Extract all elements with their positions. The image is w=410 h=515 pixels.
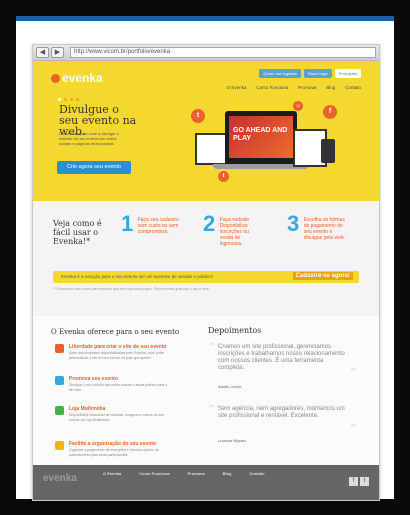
main-nav: O Evenka Como Funciona Promova Blog Cont…	[227, 85, 361, 90]
logo-text: evenka	[62, 71, 103, 85]
features-title: O Evenka oferece para o seu evento	[51, 328, 180, 336]
devices-illustration: t f ☺ t GO AHEAD AND PLAY	[173, 101, 358, 191]
testimonial-author: Adolfo Junior	[218, 384, 242, 389]
create-event-button[interactable]: Crie agora seu evento	[57, 161, 131, 174]
nav-item-evenka[interactable]: O Evenka	[227, 85, 247, 90]
testimonial-quote: Sem agência, nem agregadores, montamos u…	[218, 406, 345, 419]
footer-column: Como Funciona	[139, 471, 169, 478]
footer-column: O Evenka	[103, 471, 121, 478]
nav-item-promova[interactable]: Promova	[298, 85, 316, 90]
site-footer: evenka O Evenka Como Funciona Promova Bl…	[33, 465, 379, 500]
step-text: Faça seu cadastro sem custo ou sem compr…	[137, 217, 179, 235]
step-text: Escolha as formas de pagamento do seu ev…	[303, 217, 346, 241]
testimonials-title: Depoimentos	[208, 326, 262, 335]
laptop-illustration: GO AHEAD AND PLAY	[225, 111, 297, 166]
footer-column-title[interactable]: O Evenka	[103, 471, 121, 476]
address-bar[interactable]: http://www.vicom.br/portfolio/evenka	[70, 47, 376, 58]
footer-column: Contato	[249, 471, 264, 478]
feature-item: Loja Multimídia Disponibilize download d…	[55, 406, 175, 436]
step-3: 3 Escolha as formas de pagamento do seu …	[287, 211, 348, 242]
hero-description: O Evenka ajuda você a divulgar o website…	[59, 131, 119, 146]
promote-icon	[55, 376, 64, 385]
step-number: 2	[203, 211, 216, 236]
laptop-screen-text: GO AHEAD AND PLAY	[233, 127, 288, 142]
phone-illustration	[321, 139, 335, 163]
footer-column-title[interactable]: Promova	[187, 471, 204, 476]
browser-toolbar: ◀ ▶ http://www.vicom.br/portfolio/evenka	[33, 45, 379, 61]
feature-title[interactable]: Loja Multimídia	[69, 406, 105, 412]
site-logo[interactable]: evenka	[51, 71, 103, 85]
footer-column: Blog	[223, 471, 232, 478]
register-button[interactable]: Quero me registrar	[259, 69, 301, 78]
carousel-dot[interactable]	[58, 98, 61, 101]
payment-icon	[55, 441, 64, 450]
feature-desc: Divulgue o seu evento nas redes sociais …	[69, 383, 168, 392]
feature-desc: Organize o pagamento de inscrições e ofe…	[69, 448, 159, 457]
website-screenshot: ◀ ▶ http://www.vicom.br/portfolio/evenka…	[32, 44, 380, 501]
open-quote-icon: “	[208, 402, 215, 416]
feature-item: Liberdade para criar o site do seu event…	[55, 344, 175, 374]
close-quote-icon: ”	[350, 366, 357, 380]
login-button[interactable]: Fazer login	[303, 69, 332, 78]
site-builder-icon	[55, 344, 64, 353]
feature-desc: Além dos templates disponibilizados pelo…	[69, 351, 164, 360]
nav-item-contato[interactable]: Contato	[345, 85, 361, 90]
carousel-dot[interactable]	[64, 98, 67, 101]
logo-mark-icon	[51, 73, 60, 83]
footer-column-title[interactable]: Contato	[249, 471, 264, 476]
account-buttons: Quero me registrar Fazer login Português	[259, 69, 361, 78]
store-icon	[55, 406, 64, 415]
footer-column-title[interactable]: Blog	[223, 471, 232, 476]
facebook-bubble-icon: f	[323, 105, 337, 119]
signup-now-button[interactable]: Cadastre-se agora!	[292, 272, 353, 280]
twitter-icon[interactable]: t	[360, 477, 369, 486]
step-number: 1	[121, 211, 134, 236]
facebook-icon[interactable]: f	[349, 477, 358, 486]
page-frame: ◀ ▶ http://www.vicom.br/portfolio/evenka…	[16, 16, 394, 501]
carousel-dot[interactable]	[76, 98, 79, 101]
carousel-dot[interactable]	[70, 98, 73, 101]
step-1: 1 Faça seu cadastro sem custo ou sem com…	[121, 211, 182, 236]
bubble-icon: ☺	[293, 101, 303, 111]
signup-banner: Evenka é a solução para o seu evento ser…	[53, 271, 359, 283]
testimonial-author: Luciana Miguez	[218, 438, 247, 443]
step-text: Faça website Disponibilize inscrições ou…	[219, 217, 250, 247]
twitter-bubble-icon: t	[218, 171, 229, 182]
social-links: f t	[349, 477, 369, 486]
feature-item: Promova seu evento Divulgue o seu evento…	[55, 376, 175, 402]
fine-print: *O Evenka só tem custo para eventos que …	[53, 287, 210, 291]
social-bubble-icon: t	[191, 109, 205, 123]
how-it-works-question: Veja como é fácil usar o Evenka!*	[53, 219, 102, 246]
footer-column: Promova	[187, 471, 204, 478]
footer-column-title[interactable]: Como Funciona	[139, 471, 169, 476]
footer-logo[interactable]: evenka	[43, 473, 77, 484]
forward-arrow-icon[interactable]: ▶	[51, 47, 64, 58]
feature-desc: Disponibilize download de músicas, image…	[69, 413, 165, 422]
feature-title[interactable]: Promova seu evento	[69, 376, 118, 382]
how-it-works-section: Veja como é fácil usar o Evenka!* 1 Faça…	[33, 201, 379, 316]
footer-columns: O Evenka Como Funciona Promova Blog Cont…	[103, 471, 265, 478]
testimonial-quote: Criamos um site profissional, gerenciamo…	[218, 344, 345, 371]
open-quote-icon: “	[208, 340, 215, 354]
back-arrow-icon[interactable]: ◀	[36, 47, 49, 58]
step-2: 2 Faça website Disponibilize inscrições …	[203, 211, 264, 248]
feature-title[interactable]: Liberdade para criar o site do seu event…	[69, 344, 167, 350]
features-section: O Evenka oferece para o seu evento Liber…	[33, 316, 379, 481]
nav-item-blog[interactable]: Blog	[326, 85, 335, 90]
close-quote-icon: ”	[350, 422, 357, 436]
feature-title[interactable]: Facilite a organização do seu evento	[69, 441, 156, 447]
nav-item-como-funciona[interactable]: Como Funciona	[256, 85, 288, 90]
testimonials: Depoimentos “ Criamos um site profission…	[208, 326, 363, 443]
banner-text: Evenka é a solução para o seu evento ser…	[61, 274, 213, 279]
step-number: 3	[287, 211, 300, 236]
carousel-dots	[58, 98, 79, 101]
language-select[interactable]: Português	[334, 69, 361, 78]
hero-section: evenka Quero me registrar Fazer login Po…	[33, 61, 379, 201]
